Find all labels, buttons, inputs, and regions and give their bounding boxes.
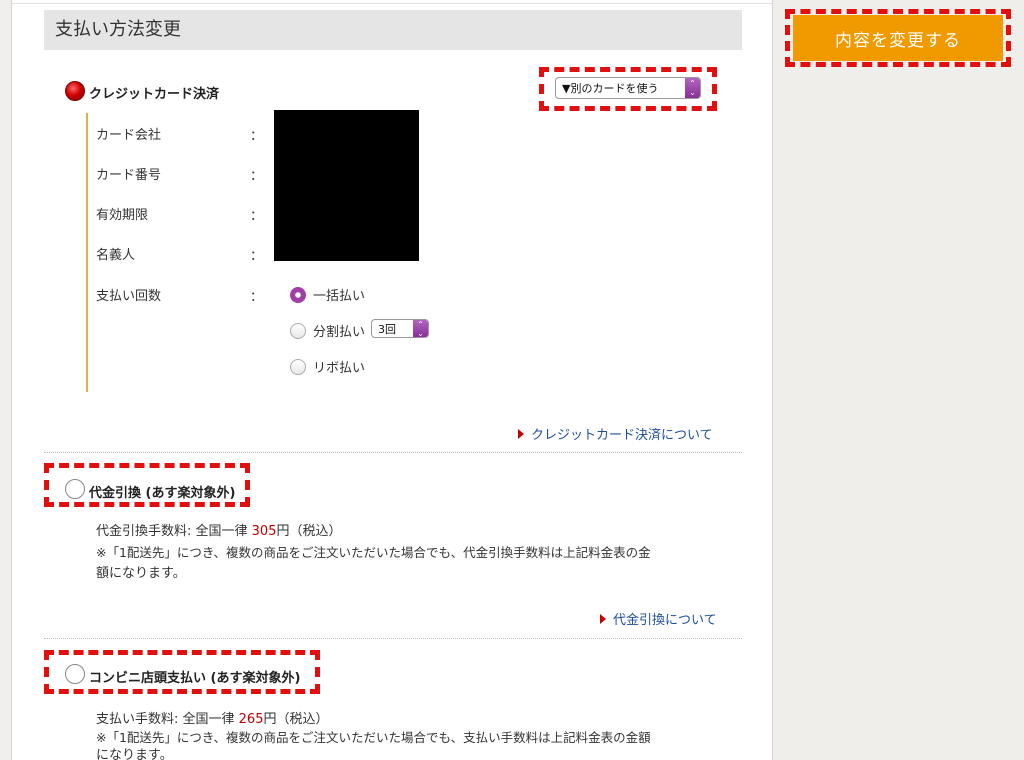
convenience-label: コンビニ店頭支払い (あす楽対象外) — [89, 671, 301, 686]
cod-fee-text: 代金引換手数料: 全国一律 305円（税込） — [96, 520, 342, 539]
select-arrows-icon: ⌃ ⌄ — [685, 78, 700, 98]
installment-label: 分割払い — [313, 325, 366, 340]
colon: ： — [250, 249, 264, 264]
installment-count-value: 3回 — [378, 322, 396, 336]
card-holder-label: 名義人 — [96, 248, 136, 263]
convenience-fee-amount: 265 — [238, 712, 264, 727]
cod-note-line2: 額になります。 — [96, 566, 186, 581]
section-divider — [44, 638, 742, 639]
cod-note-line1: ※「1配送先」につき、複数の商品をご注文いただいた場合でも、代金引換手数料は上記… — [96, 545, 651, 560]
cod-fee-prefix: 代金引換手数料: 全国一律 — [96, 524, 252, 539]
installments-label: 支払い回数 — [96, 289, 162, 304]
convenience-note-line1: ※「1配送先」につき、複数の商品をご注文いただいた場合でも、支払い手数料は上記料… — [96, 730, 651, 745]
cod-fee-suffix: 円（税込） — [276, 524, 342, 539]
colon: ： — [250, 290, 264, 305]
triangle-right-icon — [600, 614, 606, 624]
revolving-label: リボ払い — [313, 361, 366, 376]
colon: ： — [250, 209, 264, 224]
colon: ： — [250, 129, 264, 144]
top-divider — [12, 0, 772, 4]
change-content-button[interactable]: 内容を変更する — [793, 15, 1003, 61]
colon: ： — [250, 169, 264, 184]
cod-radio[interactable] — [65, 479, 85, 499]
installment-radio[interactable] — [290, 323, 306, 339]
card-select[interactable]: ▼別のカードを使う ⌃ ⌄ — [555, 77, 701, 99]
convenience-note-line2: になります。 — [96, 748, 173, 760]
credit-card-info-link-text: クレジットカード決済について — [531, 428, 713, 443]
triangle-right-icon — [518, 429, 524, 439]
credit-card-label: クレジットカード決済 — [89, 87, 220, 102]
cod-info-link-text: 代金引換について — [613, 613, 717, 628]
cod-label: 代金引換 (あす楽対象外) — [89, 486, 236, 501]
cod-fee-amount: 305 — [251, 524, 277, 539]
installment-count-select[interactable]: 3回 ⌃ ⌄ — [371, 319, 429, 338]
revolving-radio[interactable] — [290, 359, 306, 375]
convenience-radio[interactable] — [65, 664, 85, 684]
select-arrows-icon: ⌃ ⌄ — [413, 320, 428, 338]
card-info-accent-bar — [86, 113, 88, 392]
lump-sum-label: 一括払い — [313, 289, 366, 304]
lump-sum-radio[interactable] — [290, 287, 306, 303]
credit-card-radio[interactable] — [65, 81, 85, 101]
expiry-label: 有効期限 — [96, 208, 149, 223]
right-sidebar — [772, 0, 1024, 760]
card-number-label: カード番号 — [96, 168, 162, 183]
convenience-fee-suffix: 円（税込） — [263, 712, 329, 727]
credit-card-info-link[interactable]: クレジットカード決済について — [518, 424, 713, 443]
card-select-value: ▼別のカードを使う — [562, 82, 659, 95]
card-company-label: カード会社 — [96, 128, 162, 143]
redacted-card-info — [274, 110, 419, 261]
convenience-fee-prefix: 支払い手数料: 全国一律 — [96, 712, 239, 727]
section-divider — [44, 452, 742, 453]
left-margin — [0, 0, 12, 760]
cod-info-link[interactable]: 代金引換について — [600, 609, 717, 628]
page-title: 支払い方法変更 — [44, 10, 742, 50]
convenience-fee-text: 支払い手数料: 全国一律 265円（税込） — [96, 708, 329, 727]
